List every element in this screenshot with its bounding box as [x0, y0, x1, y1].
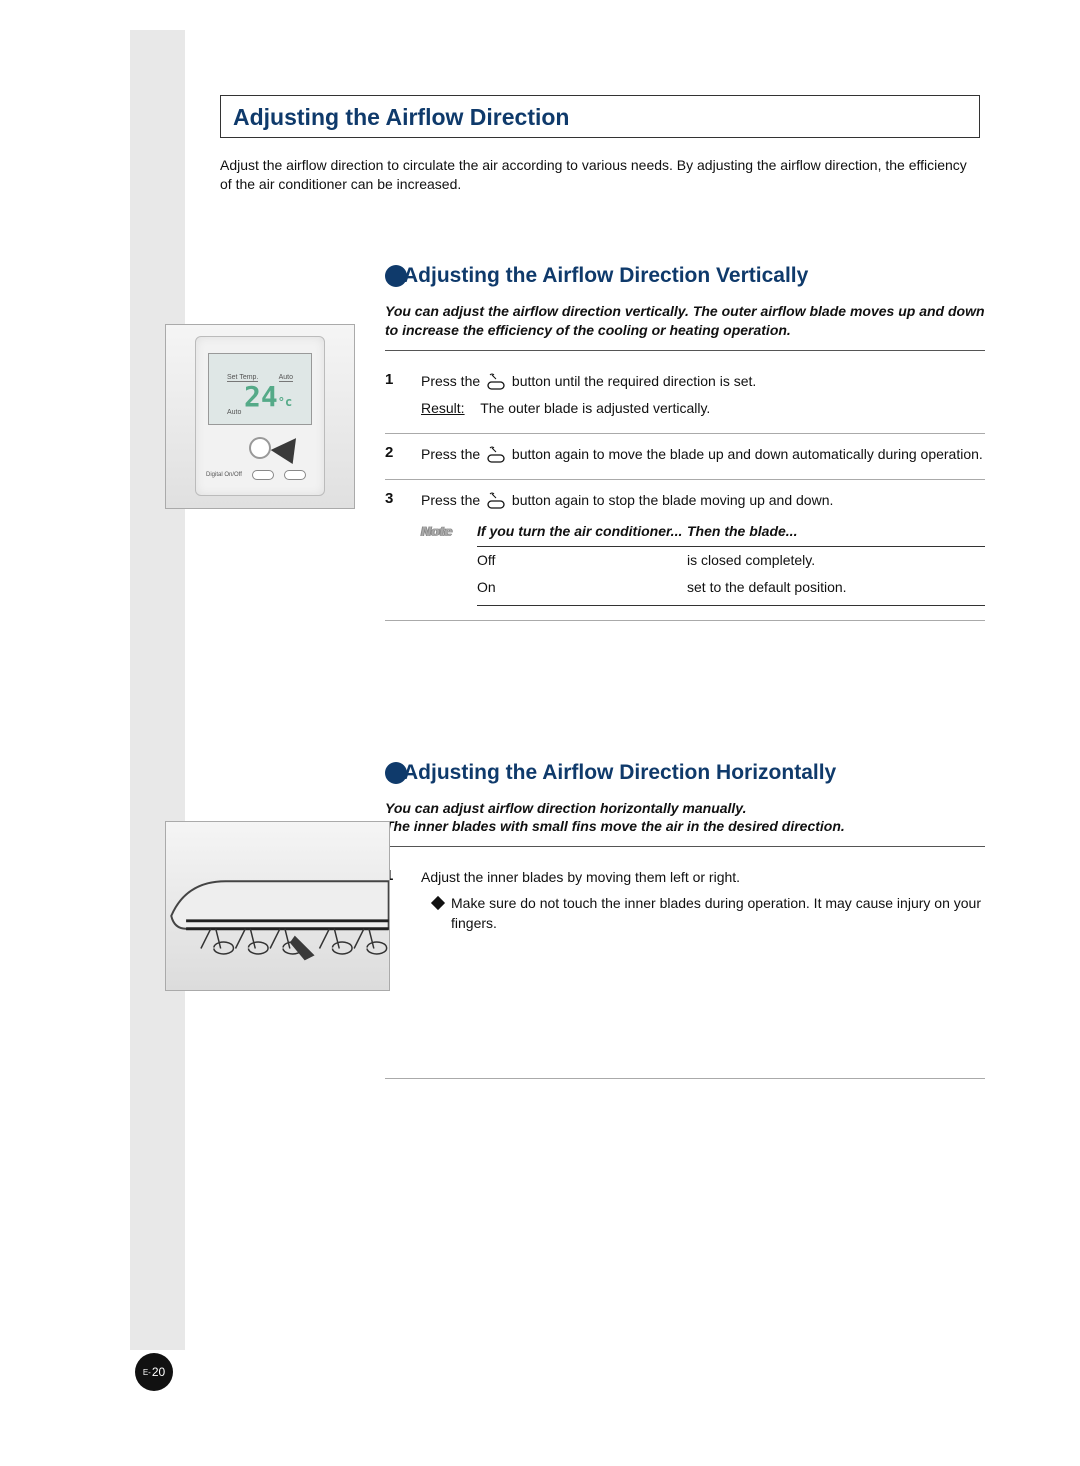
bullet-text: Make sure do not touch the inner blades …	[451, 894, 985, 933]
note-cell: On	[477, 577, 687, 598]
ac-unit-illustration	[165, 821, 390, 991]
step-text: Press the button again to stop the blade…	[421, 490, 985, 606]
step-row: 1 Press the button until the required di…	[385, 361, 985, 434]
note-cell: Off	[477, 550, 687, 571]
step-row: 2 Press the button again to move the bla…	[385, 434, 985, 480]
step-text: Press the button until the required dire…	[421, 371, 985, 419]
note-table-header: If you turn the air conditioner... Then …	[477, 521, 985, 547]
remote-illustration: Set Temp. Auto 24°c Auto Digital On/Off	[165, 324, 355, 509]
section-vertical: Set Temp. Auto 24°c Auto Digital On/Off	[220, 264, 980, 621]
step-text: Press the button again to move the blade…	[421, 444, 985, 465]
step-number: 2	[385, 444, 403, 465]
note-label: Note	[421, 521, 463, 606]
note-cell: set to the default position.	[687, 577, 985, 598]
section-horizontal: Adjusting the Airflow Direction Horizont…	[220, 761, 980, 1079]
note-cell: is closed completely.	[687, 550, 985, 571]
step-row: 1 Adjust the inner blades by moving them…	[385, 857, 985, 947]
result-label: Result:	[421, 400, 465, 416]
swing-button-icon	[486, 492, 506, 510]
page-title: Adjusting the Airflow Direction	[233, 104, 967, 131]
section-vertical-lead: You can adjust the airflow direction ver…	[385, 302, 985, 351]
note-table: If you turn the air conditioner... Then …	[477, 521, 985, 606]
diamond-bullet-icon	[431, 896, 445, 910]
result-text: The outer blade is adjusted vertically.	[480, 400, 710, 416]
page-number: 20	[152, 1365, 165, 1379]
section-horizontal-lead: You can adjust airflow direction horizon…	[385, 799, 985, 848]
section-vertical-heading: Adjusting the Airflow Direction Vertical…	[385, 264, 980, 288]
swing-button-icon	[486, 373, 506, 391]
section-vertical-body: You can adjust the airflow direction ver…	[385, 302, 985, 621]
note-block: Note If you turn the air conditioner... …	[421, 521, 985, 606]
remote-pill-button-2	[284, 470, 306, 480]
page-number-badge: E-20	[135, 1353, 173, 1391]
remote-bottom-row: Digital On/Off	[206, 465, 314, 485]
step-row: 3 Press the button again to stop the bla…	[385, 480, 985, 621]
remote-screen: Set Temp. Auto 24°c Auto	[208, 353, 312, 425]
title-box: Adjusting the Airflow Direction	[220, 95, 980, 138]
swing-button-icon	[486, 446, 506, 464]
remote-digits: 24°c	[244, 380, 292, 413]
note-header-col1: If you turn the air conditioner...	[477, 521, 687, 542]
section-horizontal-heading: Adjusting the Airflow Direction Horizont…	[385, 761, 980, 785]
remote-digital-onoff-label: Digital On/Off	[206, 472, 242, 478]
remote-auto-left-label: Auto	[227, 409, 241, 416]
step-text: Adjust the inner blades by moving them l…	[421, 867, 985, 933]
step-number: 3	[385, 490, 403, 606]
bullet-line: Make sure do not touch the inner blades …	[421, 894, 985, 933]
section-divider	[385, 1078, 985, 1079]
step-number: 1	[385, 371, 403, 419]
left-margin-bar	[130, 30, 185, 1350]
note-header-col2: Then the blade...	[687, 521, 985, 542]
intro-paragraph: Adjust the airflow direction to circulat…	[220, 156, 980, 194]
section-vertical-title: Adjusting the Airflow Direction Vertical…	[403, 264, 808, 288]
remote-round-button	[249, 437, 271, 459]
note-table-row: Off is closed completely.	[477, 547, 985, 574]
page-number-prefix: E-	[143, 1368, 151, 1377]
remote-pill-button-1	[252, 470, 274, 480]
section-horizontal-body: You can adjust airflow direction horizon…	[385, 799, 985, 948]
page: Adjusting the Airflow Direction Adjust t…	[0, 0, 1080, 1466]
remote-body: Set Temp. Auto 24°c Auto Digital On/Off	[195, 336, 325, 496]
section-horizontal-title: Adjusting the Airflow Direction Horizont…	[403, 761, 836, 785]
note-table-row: On set to the default position.	[477, 574, 985, 601]
content-area: Adjusting the Airflow Direction Adjust t…	[220, 95, 980, 1079]
